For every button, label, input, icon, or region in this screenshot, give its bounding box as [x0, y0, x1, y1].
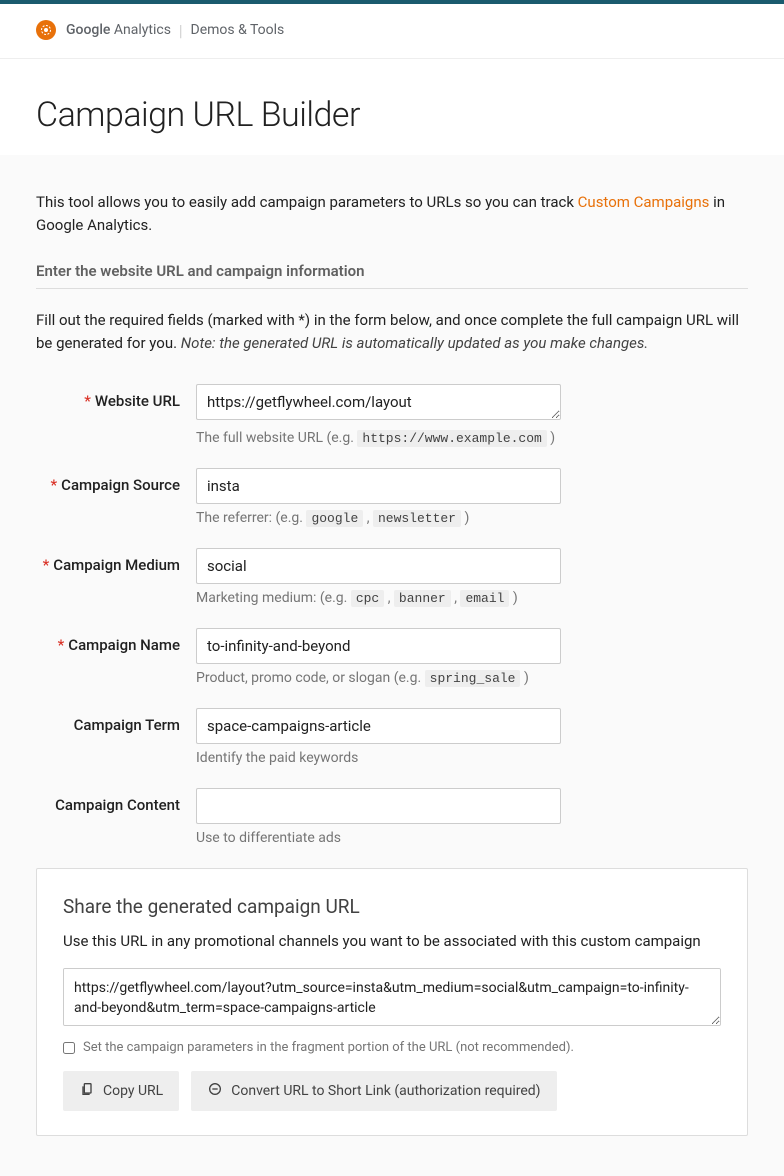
- share-title: Share the generated campaign URL: [63, 895, 721, 918]
- brand-sub: Demos & Tools: [191, 22, 285, 38]
- campaign-source-input[interactable]: [196, 468, 561, 504]
- label-campaign-content: Campaign Content: [36, 788, 196, 814]
- help-campaign-source: The referrer: (e.g. google , newsletter …: [196, 510, 561, 526]
- site-header: Google Analytics | Demos & Tools: [0, 4, 784, 59]
- brand-rest: Analytics: [110, 22, 171, 38]
- copy-url-button[interactable]: Copy URL: [63, 1071, 179, 1111]
- row-campaign-term: Campaign Term Identify the paid keywords: [36, 708, 748, 766]
- label-website-url: *Website URL: [36, 384, 196, 410]
- row-campaign-name: *Campaign Name Product, promo code, or s…: [36, 628, 748, 686]
- label-campaign-term: Campaign Term: [36, 708, 196, 734]
- instructions-note: Note: the generated URL is automatically…: [181, 334, 648, 352]
- share-desc: Use this URL in any promotional channels…: [63, 932, 721, 950]
- row-campaign-source: *Campaign Source The referrer: (e.g. goo…: [36, 468, 748, 526]
- label-text: Campaign Content: [55, 796, 180, 814]
- label-text: Campaign Term: [74, 716, 180, 734]
- required-mark: *: [84, 392, 91, 410]
- custom-campaigns-link[interactable]: Custom Campaigns: [578, 193, 710, 211]
- campaign-term-input[interactable]: [196, 708, 561, 744]
- help-website-url: The full website URL (e.g. https://www.e…: [196, 430, 561, 446]
- required-mark: *: [43, 556, 50, 574]
- fragment-checkbox[interactable]: [63, 1042, 75, 1054]
- copy-url-label: Copy URL: [103, 1083, 163, 1099]
- label-campaign-medium: *Campaign Medium: [36, 548, 196, 574]
- brand-separator: |: [179, 21, 183, 40]
- row-website-url: *Website URL https://getflywheel.com/lay…: [36, 384, 748, 446]
- label-campaign-name: *Campaign Name: [36, 628, 196, 654]
- intro-pre: This tool allows you to easily add campa…: [36, 193, 578, 211]
- row-campaign-medium: *Campaign Medium Marketing medium: (e.g.…: [36, 548, 748, 606]
- generated-url-textarea[interactable]: https://getflywheel.com/layout?utm_sourc…: [63, 968, 721, 1026]
- form-section-header: Enter the website URL and campaign infor…: [36, 262, 748, 289]
- label-text: Campaign Source: [61, 476, 180, 494]
- required-mark: *: [51, 476, 58, 494]
- row-campaign-content: Campaign Content Use to differentiate ad…: [36, 788, 748, 846]
- share-box: Share the generated campaign URL Use thi…: [36, 868, 748, 1136]
- help-campaign-name: Product, promo code, or slogan (e.g. spr…: [196, 670, 561, 686]
- label-text: Website URL: [95, 392, 180, 410]
- link-icon: [207, 1081, 223, 1101]
- brand-text: Google Analytics: [66, 22, 171, 38]
- page-header-area: Campaign URL Builder: [0, 59, 784, 155]
- instructions-text: Fill out the required fields (marked wit…: [36, 309, 748, 354]
- page-title: Campaign URL Builder: [36, 95, 748, 135]
- intro-text: This tool allows you to easily add campa…: [36, 191, 748, 236]
- campaign-content-input[interactable]: [196, 788, 561, 824]
- campaign-name-input[interactable]: [196, 628, 561, 664]
- convert-short-link-button[interactable]: Convert URL to Short Link (authorization…: [191, 1071, 556, 1111]
- required-mark: *: [58, 636, 65, 654]
- help-campaign-medium: Marketing medium: (e.g. cpc , banner , e…: [196, 590, 561, 606]
- campaign-medium-input[interactable]: [196, 548, 561, 584]
- fragment-option-row: Set the campaign parameters in the fragm…: [63, 1040, 721, 1055]
- help-campaign-term: Identify the paid keywords: [196, 750, 561, 766]
- website-url-input[interactable]: https://getflywheel.com/layout: [196, 384, 561, 420]
- label-text: Campaign Name: [68, 636, 180, 654]
- ga-logo-icon: [36, 20, 56, 40]
- label-campaign-source: *Campaign Source: [36, 468, 196, 494]
- help-campaign-content: Use to differentiate ads: [196, 830, 561, 846]
- fragment-label: Set the campaign parameters in the fragm…: [83, 1040, 574, 1055]
- clipboard-icon: [79, 1081, 95, 1101]
- convert-label: Convert URL to Short Link (authorization…: [231, 1083, 540, 1099]
- main-content: This tool allows you to easily add campa…: [0, 155, 784, 1176]
- share-actions: Copy URL Convert URL to Short Link (auth…: [63, 1071, 721, 1111]
- brand-strong: Google: [66, 22, 110, 38]
- label-text: Campaign Medium: [53, 556, 180, 574]
